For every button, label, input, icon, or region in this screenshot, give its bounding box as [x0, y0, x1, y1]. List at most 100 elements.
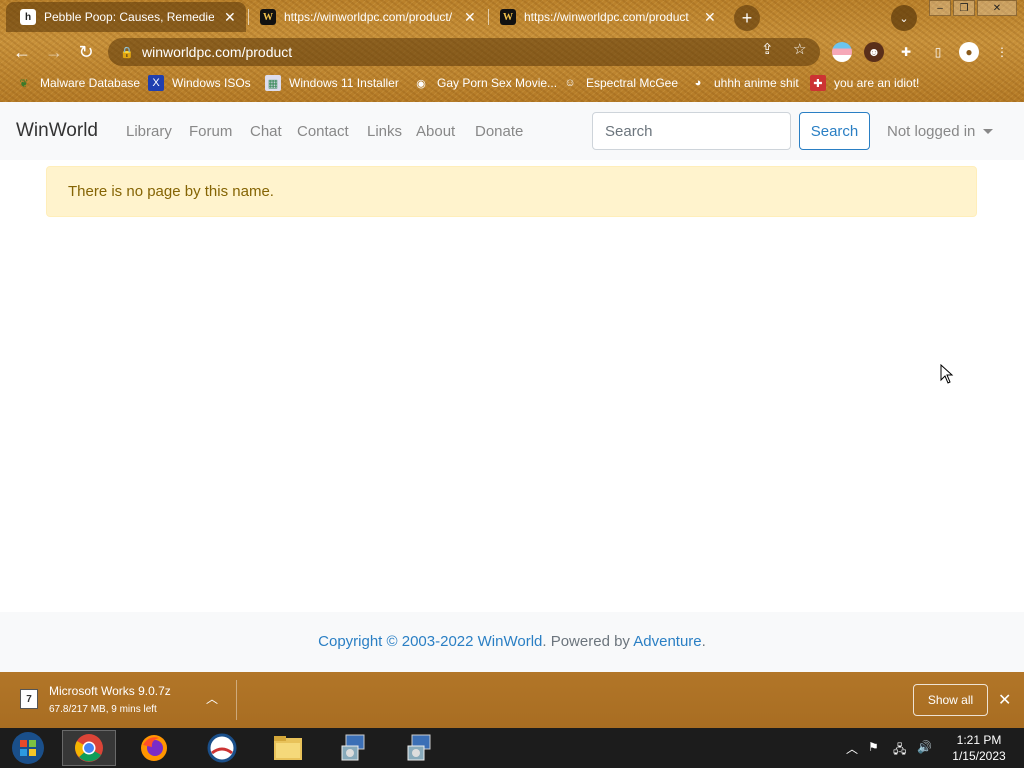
- maximize-button[interactable]: ❐: [953, 0, 975, 16]
- bookmarks-bar: ❦ Malware Database X Windows ISOs ▦ Wind…: [0, 70, 1024, 98]
- obama-logo-icon: [207, 733, 237, 763]
- volume-icon[interactable]: 🔊: [917, 740, 932, 754]
- show-all-button[interactable]: Show all: [913, 684, 988, 716]
- tab-title: Pebble Poop: Causes, Remedies, and: [44, 10, 214, 24]
- setup-taskbar-button-2[interactable]: [396, 730, 444, 766]
- tab-winworld-2[interactable]: W https://winworldpc.com/product ✕: [486, 2, 726, 32]
- explorer-taskbar-button[interactable]: [264, 730, 312, 766]
- browser-chrome: h Pebble Poop: Causes, Remedies, and ✕ W…: [0, 0, 1024, 102]
- start-button[interactable]: [4, 730, 52, 766]
- nav-about[interactable]: About: [416, 123, 455, 140]
- nav-chat[interactable]: Chat: [250, 123, 282, 140]
- close-tab-icon[interactable]: ✕: [704, 9, 716, 26]
- firefox-taskbar-button[interactable]: [130, 730, 178, 766]
- login-dropdown[interactable]: Not logged in: [887, 123, 994, 140]
- tab-pebble-poop[interactable]: h Pebble Poop: Causes, Remedies, and ✕: [6, 2, 246, 32]
- winworld-favicon-icon: W: [500, 9, 516, 25]
- footer-end: .: [701, 633, 706, 650]
- bookmark-item[interactable]: ☺ Espectral McGee: [562, 75, 678, 91]
- bookmark-item[interactable]: ◕ uhhh anime shit: [690, 75, 799, 91]
- chrome-taskbar-button[interactable]: [62, 730, 116, 766]
- footer-text: . Powered by: [542, 633, 634, 650]
- network-icon[interactable]: 🖧: [893, 740, 906, 761]
- system-clock[interactable]: 1:21 PM 1/15/2023: [944, 732, 1014, 764]
- tab-search-button[interactable]: ⌄: [891, 5, 917, 31]
- puzzle-extensions-icon[interactable]: ✚: [896, 42, 916, 62]
- close-tab-icon[interactable]: ✕: [224, 9, 236, 26]
- bookmark-label: Malware Database: [40, 76, 141, 90]
- bookmark-label: uhhh anime shit: [714, 76, 799, 90]
- clock-time: 1:21 PM: [956, 733, 1002, 747]
- search-input[interactable]: [592, 112, 791, 150]
- bookmark-item[interactable]: ▦ Windows 11 Installer: [265, 75, 399, 91]
- nav-forum[interactable]: Forum: [189, 123, 232, 140]
- tab-strip: h Pebble Poop: Causes, Remedies, and ✕ W…: [0, 0, 1024, 34]
- minimize-button[interactable]: –: [929, 0, 951, 16]
- x-logo-icon: X: [148, 75, 164, 91]
- shelf-divider: [236, 680, 237, 720]
- tab-title: https://winworldpc.com/product/: [284, 10, 453, 24]
- close-shelf-icon[interactable]: ✕: [998, 690, 1011, 710]
- bookmark-label: Espectral McGee: [586, 76, 679, 90]
- close-window-button[interactable]: ✕: [977, 0, 1017, 16]
- globe-icon: ◉: [416, 77, 426, 90]
- windows-orb-icon: [12, 732, 44, 764]
- bookmark-label: you are an idiot!: [834, 76, 920, 90]
- search-button[interactable]: Search: [799, 112, 870, 150]
- no-page-alert: There is no page by this name.: [46, 166, 977, 217]
- mouse-cursor-icon: [940, 364, 954, 384]
- url-text: winworldpc.com/product: [142, 44, 293, 60]
- bookmark-label: Gay Porn Sex Movie...: [437, 76, 558, 90]
- show-hidden-icons-icon[interactable]: ︿: [846, 740, 858, 757]
- profile-icon[interactable]: ●: [959, 42, 979, 62]
- nav-library[interactable]: Library: [126, 123, 172, 140]
- bookmark-label: Windows 11 Installer: [289, 76, 399, 90]
- winworld-favicon-icon: W: [260, 9, 276, 25]
- anime-icon: ◕: [694, 77, 702, 89]
- close-tab-icon[interactable]: ✕: [464, 9, 476, 26]
- face-icon: ☺: [564, 77, 576, 89]
- back-button[interactable]: ←: [10, 40, 34, 64]
- menu-kebab-icon[interactable]: ⋮: [992, 42, 1012, 62]
- tab-title: https://winworldpc.com/product: [524, 10, 689, 24]
- bookmark-item[interactable]: ◉ Gay Porn Sex Movie...: [413, 75, 557, 91]
- bookmark-item[interactable]: ❦ Malware Database: [16, 75, 140, 91]
- new-tab-button[interactable]: +: [734, 5, 760, 31]
- site-footer: Copyright © 2003-2022 WinWorld. Powered …: [0, 612, 1024, 672]
- download-shelf: 7 Microsoft Works 9.0.7z 67.8/217 MB, 9 …: [0, 672, 1024, 728]
- login-label: Not logged in: [887, 123, 976, 140]
- caret-down-icon: [983, 129, 994, 134]
- copyright-link[interactable]: Copyright © 2003-2022 WinWorld: [318, 633, 542, 650]
- obama-taskbar-button[interactable]: [198, 730, 246, 766]
- folder-icon: [274, 736, 302, 760]
- nav-links[interactable]: Links: [367, 123, 402, 140]
- site-brand[interactable]: WinWorld: [16, 120, 98, 142]
- tab-favicon-icon: h: [20, 9, 36, 25]
- installer-icon: [341, 734, 365, 761]
- adventure-link[interactable]: Adventure: [633, 633, 701, 650]
- bookmark-star-icon[interactable]: ☆: [793, 40, 806, 58]
- lock-icon: 🔒: [120, 46, 134, 59]
- side-panel-icon[interactable]: ▯: [928, 42, 948, 62]
- flag-extension-icon[interactable]: [832, 42, 852, 62]
- tab-winworld-1[interactable]: W https://winworldpc.com/product/ ✕: [246, 2, 486, 32]
- bookmark-item[interactable]: X Windows ISOs: [148, 75, 251, 91]
- setup-taskbar-button[interactable]: [330, 730, 378, 766]
- site-navbar: WinWorld Library Forum Chat Contact Link…: [0, 102, 1024, 160]
- windows-taskbar: ︿ ⚑ 🖧 🔊 1:21 PM 1/15/2023: [0, 728, 1024, 768]
- reload-button[interactable]: ↻: [74, 40, 98, 64]
- bookmark-item[interactable]: ✚ you are an idiot!: [810, 75, 919, 91]
- share-icon[interactable]: ⇪: [761, 40, 774, 58]
- address-bar[interactable]: 🔒 winworldpc.com/product: [108, 38, 820, 66]
- installer-icon: [407, 734, 431, 761]
- chrome-icon: [75, 734, 103, 762]
- download-filename[interactable]: Microsoft Works 9.0.7z: [49, 684, 171, 698]
- nav-donate[interactable]: Donate: [475, 123, 523, 140]
- avatar-extension-icon[interactable]: ☻: [864, 42, 884, 62]
- nav-contact[interactable]: Contact: [297, 123, 349, 140]
- flag-icon: ✚: [810, 75, 826, 91]
- archive-file-icon: 7: [20, 689, 38, 709]
- chevron-up-icon[interactable]: ︿: [206, 690, 218, 707]
- action-center-flag-icon[interactable]: ⚑: [868, 740, 879, 754]
- forward-button[interactable]: →: [42, 40, 66, 64]
